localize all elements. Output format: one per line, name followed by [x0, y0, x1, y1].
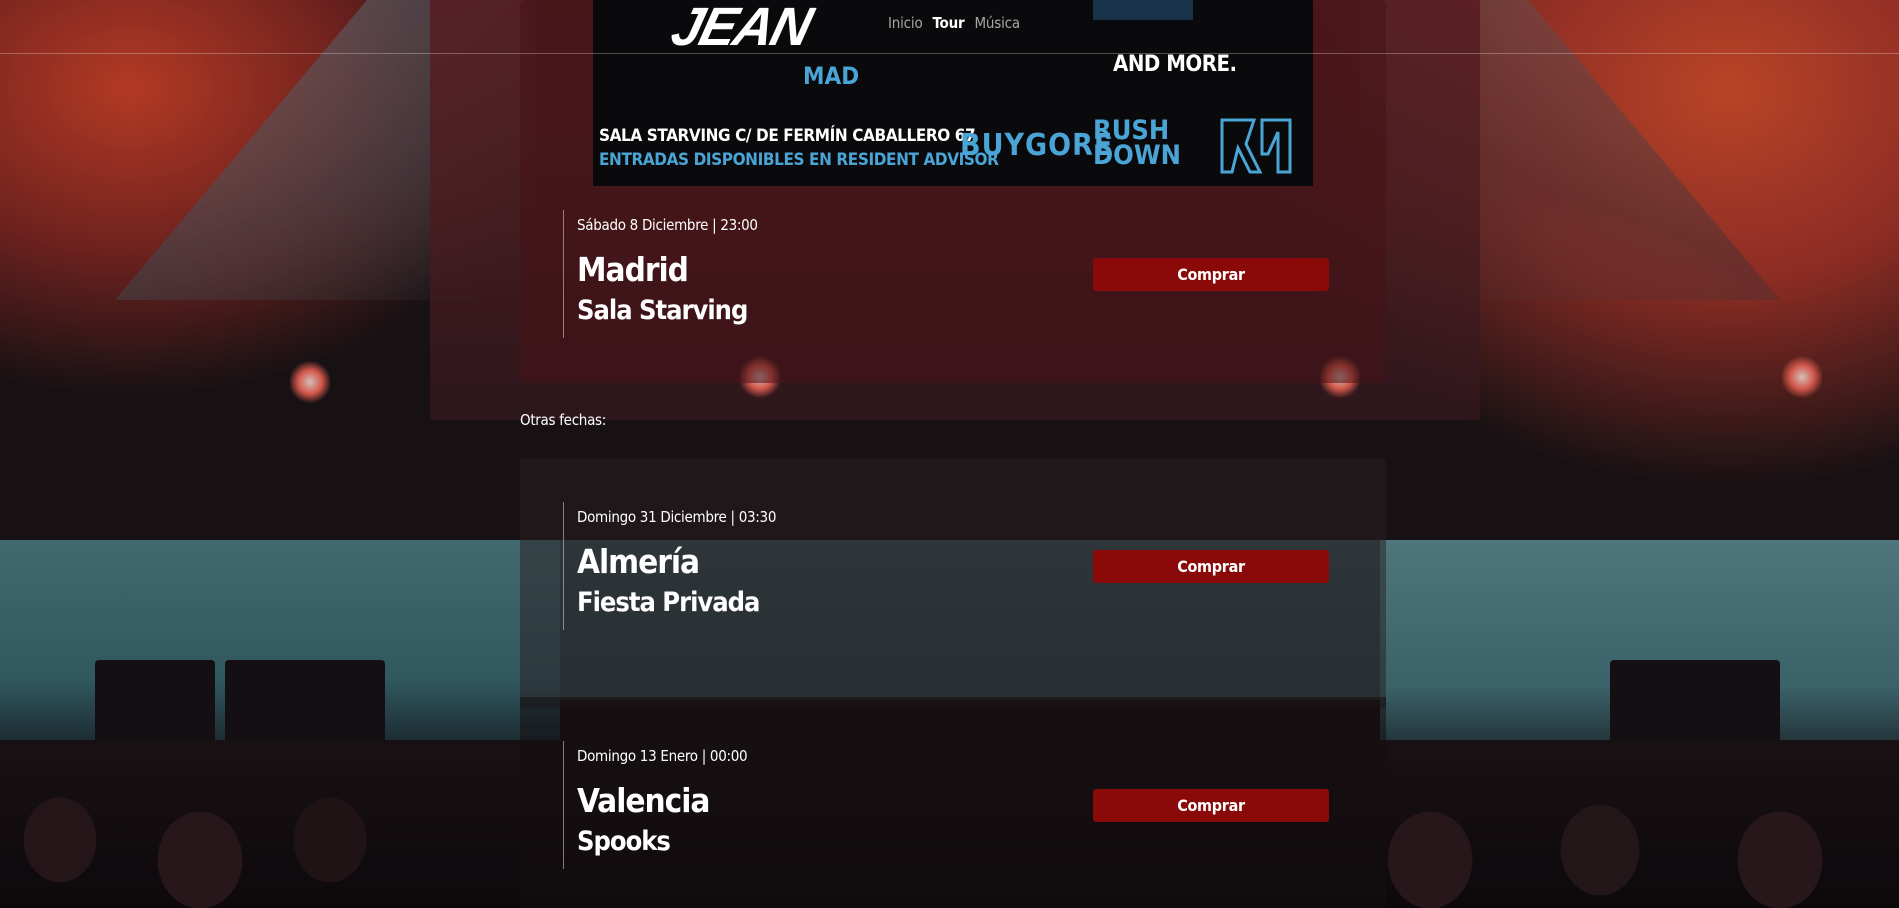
featured-event: Sábado 8 Diciembre | 23:00 Madrid Sala S…	[563, 210, 917, 338]
other-dates-label: Otras fechas:	[520, 411, 607, 429]
poster-and-more: AND MORE.	[1113, 52, 1237, 77]
event-venue: Fiesta Privada	[577, 587, 760, 618]
event-date: Sábado 8 Diciembre | 23:00	[577, 216, 758, 234]
event-venue: Spooks	[577, 826, 671, 857]
nav-links: Inicio Tour Música	[888, 14, 1020, 32]
event-item: Domingo 31 Diciembre | 03:30 Almería Fie…	[563, 502, 917, 630]
event-city: Valencia	[577, 781, 710, 820]
event-date: Domingo 13 Enero | 00:00	[577, 747, 748, 765]
event-venue: Sala Starving	[577, 295, 748, 326]
poster-tickets-line: ENTRADAS DISPONIBLES EN RESIDENT ADVISOR	[599, 150, 999, 170]
event-date: Domingo 31 Diciembre | 03:30	[577, 508, 777, 526]
nav-link-tour[interactable]: Tour	[933, 14, 965, 32]
event-city: Almería	[577, 542, 700, 581]
poster-city: MAD	[803, 62, 860, 90]
buy-ticket-button[interactable]: Comprar	[1093, 258, 1329, 291]
buy-ticket-button[interactable]: Comprar	[1093, 789, 1329, 822]
poster-venue-line: SALA STARVING C/ DE FERMÍN CABALLERO 67	[599, 126, 976, 146]
top-navigation-bar: Inicio Tour Música	[0, 0, 1899, 54]
poster-sponsor-logo-icon	[1220, 118, 1292, 174]
poster-sponsor-logo: BUYGORE	[960, 128, 1114, 163]
event-item: Domingo 13 Enero | 00:00 Valencia Spooks	[563, 741, 917, 869]
nav-link-musica[interactable]: Música	[974, 14, 1020, 32]
event-city: Madrid	[577, 250, 689, 289]
poster-sponsor-logo: RUSH DOWN	[1093, 115, 1181, 171]
nav-link-inicio[interactable]: Inicio	[888, 14, 923, 32]
buy-ticket-button[interactable]: Comprar	[1093, 550, 1329, 583]
